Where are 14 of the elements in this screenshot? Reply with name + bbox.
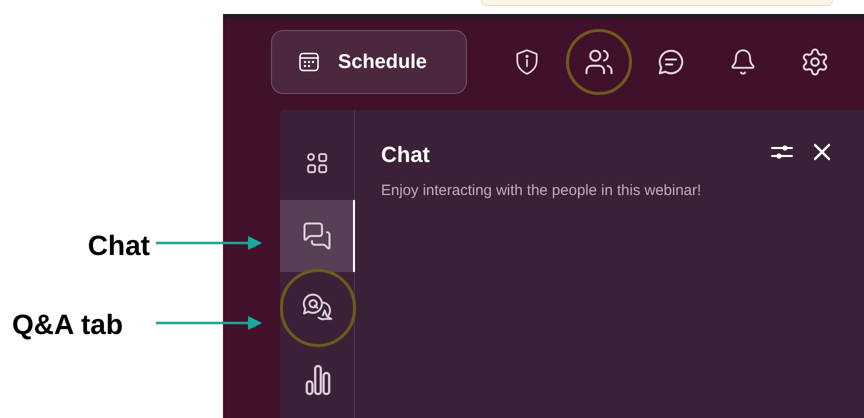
chat-bubble-icon <box>656 47 686 77</box>
annotation-label: Q&A tab <box>12 308 123 342</box>
chat-bubbles-icon <box>302 221 332 251</box>
annotation-label: Chat <box>88 229 150 263</box>
panel-title: Chat <box>381 141 430 169</box>
side-tab[interactable] <box>280 200 355 272</box>
people-icon <box>584 47 614 77</box>
bar-chart-icon <box>304 363 332 397</box>
calendar-icon <box>298 51 320 73</box>
shield-info-icon <box>514 48 540 76</box>
settings-icon <box>800 47 830 77</box>
schedule-button[interactable]: Schedule <box>271 30 467 94</box>
bell-icon <box>729 48 757 76</box>
panel-description: Enjoy interacting with the people in this webinar! <box>381 181 702 201</box>
